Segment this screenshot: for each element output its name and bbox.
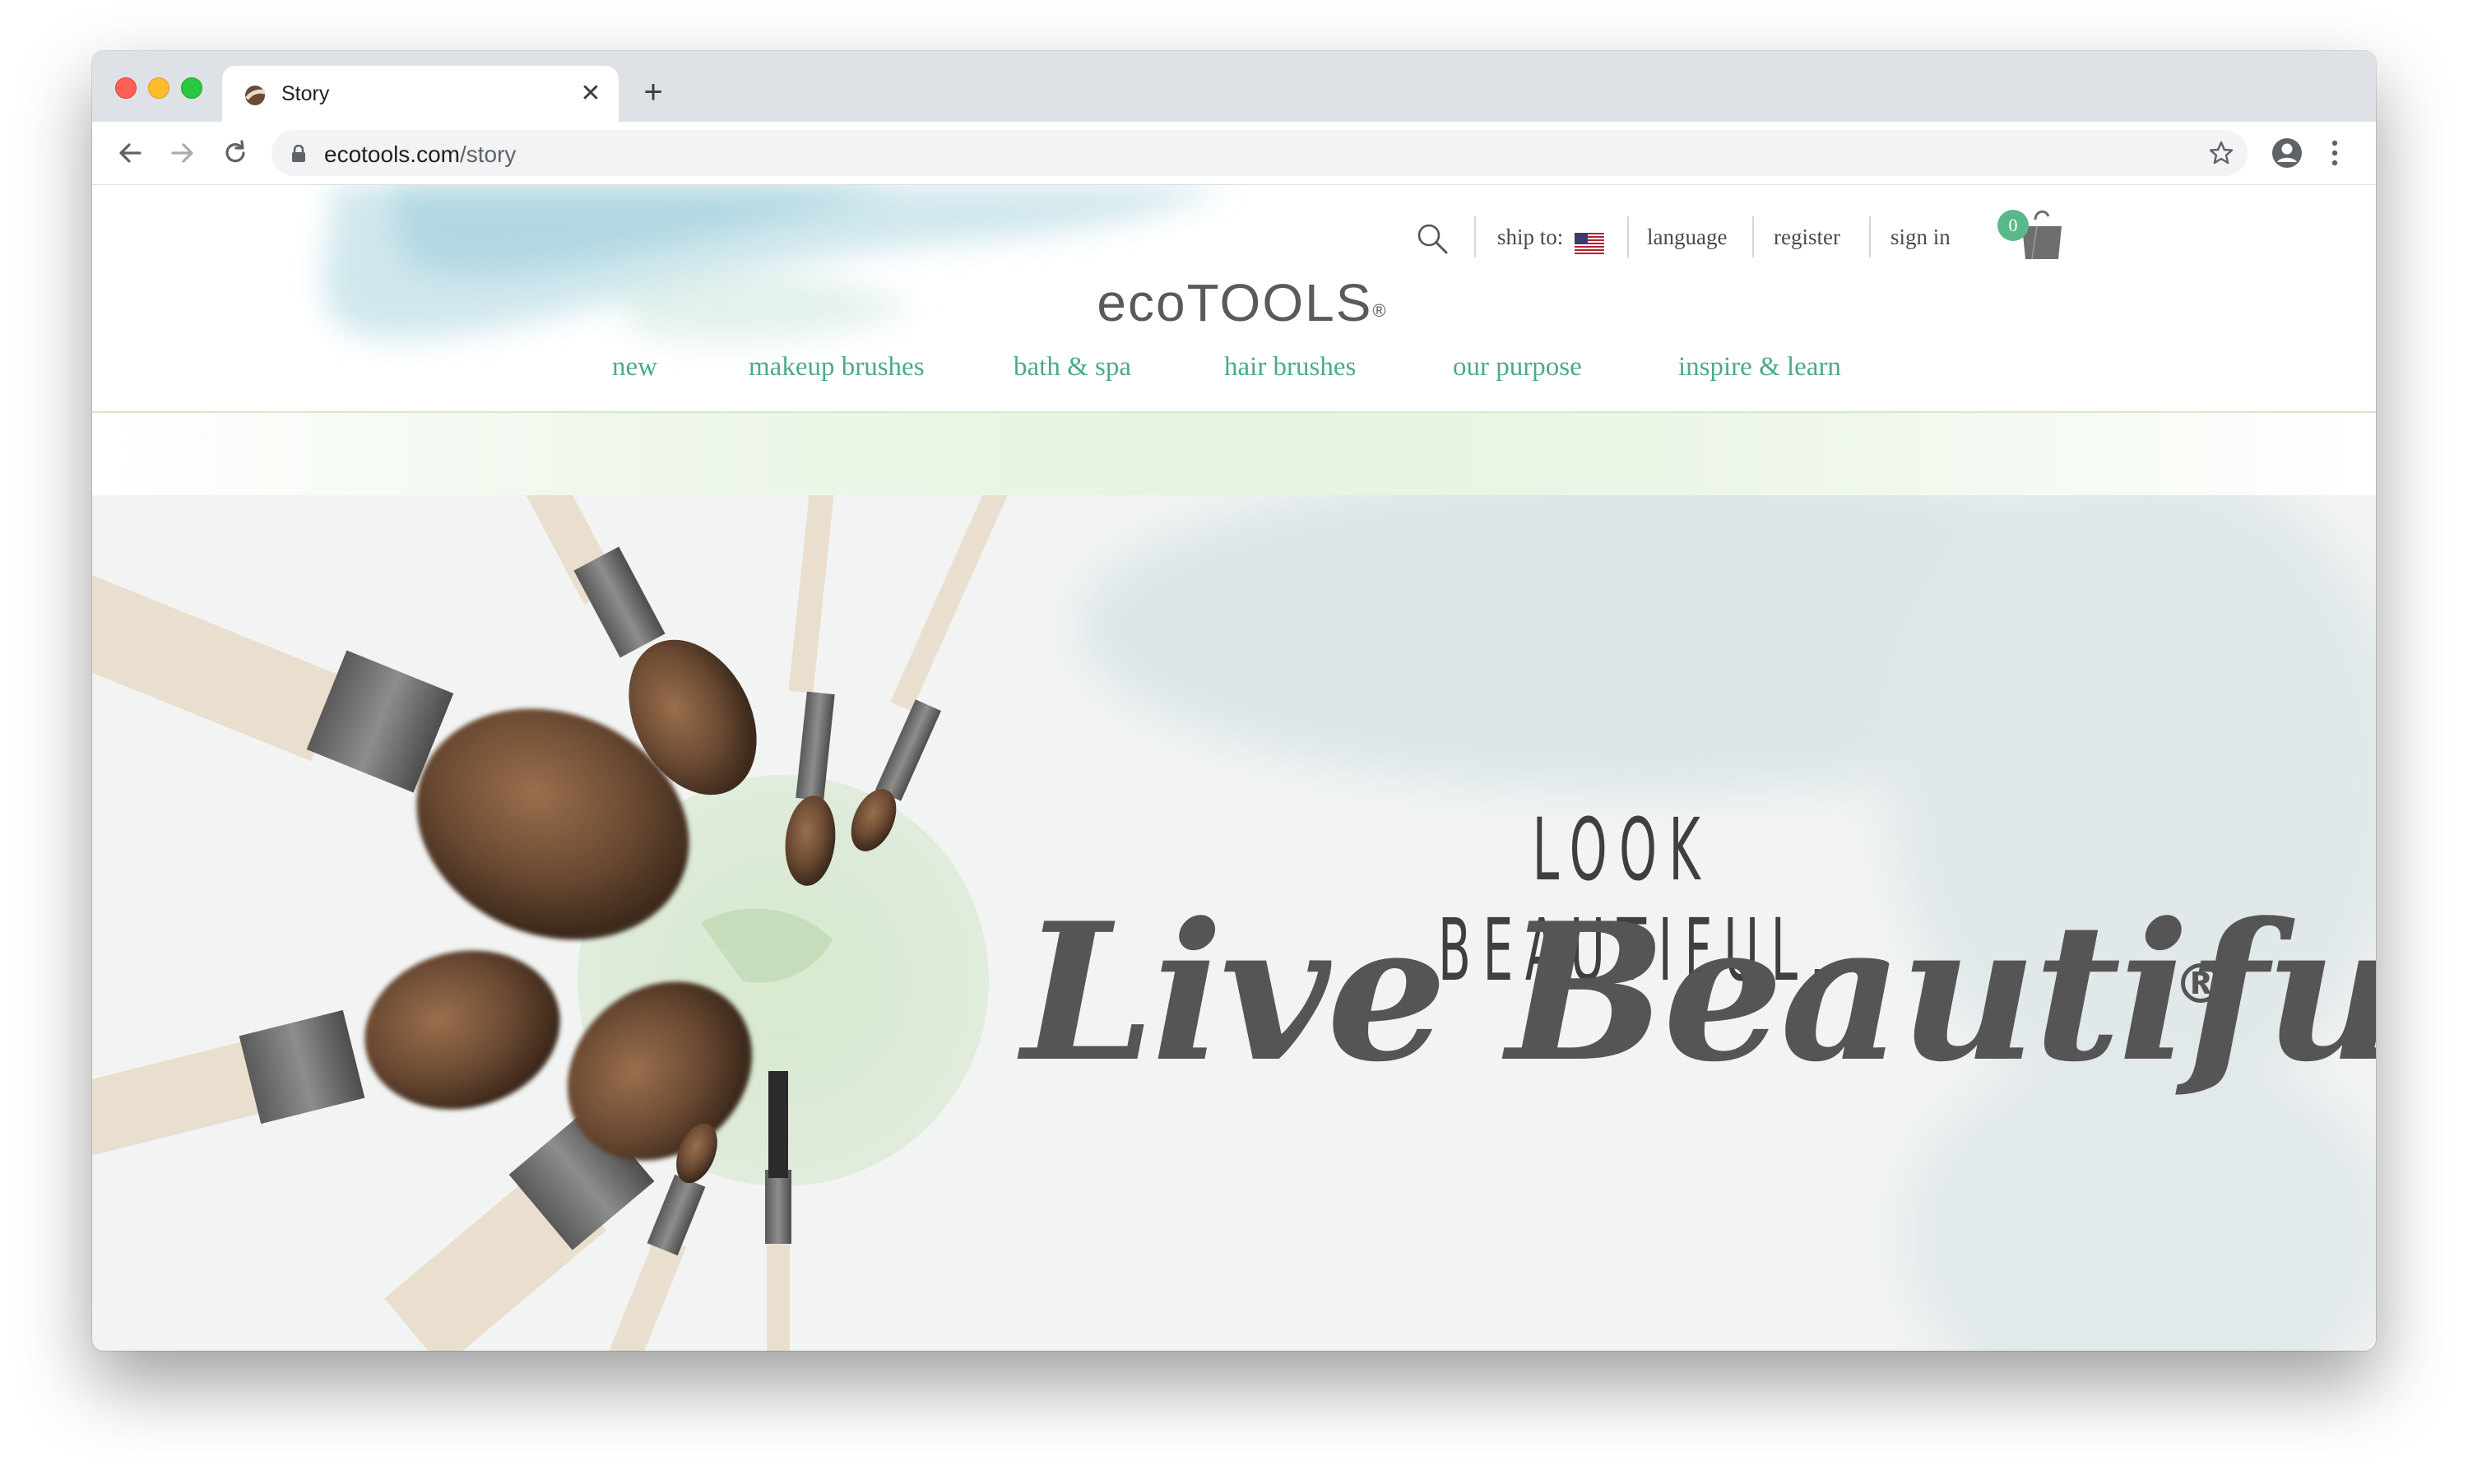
ship-to-label[interactable]: ship to:: [1497, 216, 1563, 257]
nav-our-purpose[interactable]: our purpose: [1453, 346, 1582, 387]
site-header: ship to: language register sign in 0 eco…: [92, 185, 2376, 413]
tagline-registered-mark: ®: [2173, 953, 2228, 1016]
nav-new[interactable]: new: [612, 346, 657, 387]
tagline-live-beautifully: Live Beautifully: [1022, 882, 2376, 1104]
more-icon[interactable]: [2330, 138, 2340, 168]
minimize-window-button[interactable]: [148, 77, 169, 99]
close-window-button[interactable]: [115, 77, 137, 99]
search-icon[interactable]: [1415, 221, 1450, 256]
web-page: ship to: language register sign in 0 eco…: [92, 185, 2376, 1351]
hero-banner[interactable]: LOOK BEAUTIFUL. Live Beautifully ®: [92, 495, 2376, 1351]
url-domain: ecotools.com: [324, 141, 460, 167]
nav-inspire-learn[interactable]: inspire & learn: [1678, 346, 1841, 387]
promo-strip: [92, 413, 2376, 495]
divider: [1474, 216, 1476, 257]
divider: [1752, 216, 1754, 257]
ecotools-logo[interactable]: ecoTOOLS®: [1094, 271, 1390, 335]
cart-count-badge[interactable]: 0: [1997, 210, 2029, 241]
nav-bath-spa[interactable]: bath & spa: [1014, 346, 1131, 387]
browser-window: Story ✕ + ecotools.com/story ship to: la…: [92, 51, 2376, 1351]
nav-hair-brushes[interactable]: hair brushes: [1224, 346, 1356, 387]
nav-makeup-brushes[interactable]: makeup brushes: [749, 346, 925, 387]
star-icon[interactable]: [2208, 140, 2234, 166]
divider: [1869, 216, 1871, 257]
back-arrow-icon[interactable]: [115, 138, 145, 168]
close-tab-icon[interactable]: ✕: [578, 81, 604, 107]
logo-registered-mark: ®: [1372, 300, 1388, 321]
url-path: /story: [459, 141, 517, 167]
url-text: ecotools.com/story: [324, 141, 516, 168]
browser-toolbar: ecotools.com/story: [92, 122, 2376, 185]
language-link[interactable]: language: [1647, 216, 1727, 257]
tab-story[interactable]: Story ✕: [222, 66, 619, 122]
divider: [1627, 216, 1629, 257]
tab-title: Story: [281, 82, 330, 105]
sign-in-link[interactable]: sign in: [1890, 216, 1951, 257]
us-flag-icon[interactable]: [1575, 233, 1604, 254]
tab-strip: Story ✕ +: [92, 51, 2376, 122]
maximize-window-button[interactable]: [181, 77, 202, 99]
forward-arrow-icon[interactable]: [168, 138, 197, 168]
brush-favicon-icon: [245, 86, 266, 105]
lock-icon: [292, 145, 305, 162]
reload-icon[interactable]: [220, 138, 250, 168]
address-bar[interactable]: ecotools.com/story: [271, 130, 2248, 176]
logo-text: ecoTOOLS: [1097, 273, 1373, 332]
profile-icon[interactable]: [2271, 137, 2303, 169]
register-link[interactable]: register: [1774, 216, 1840, 257]
new-tab-button[interactable]: +: [637, 76, 670, 109]
